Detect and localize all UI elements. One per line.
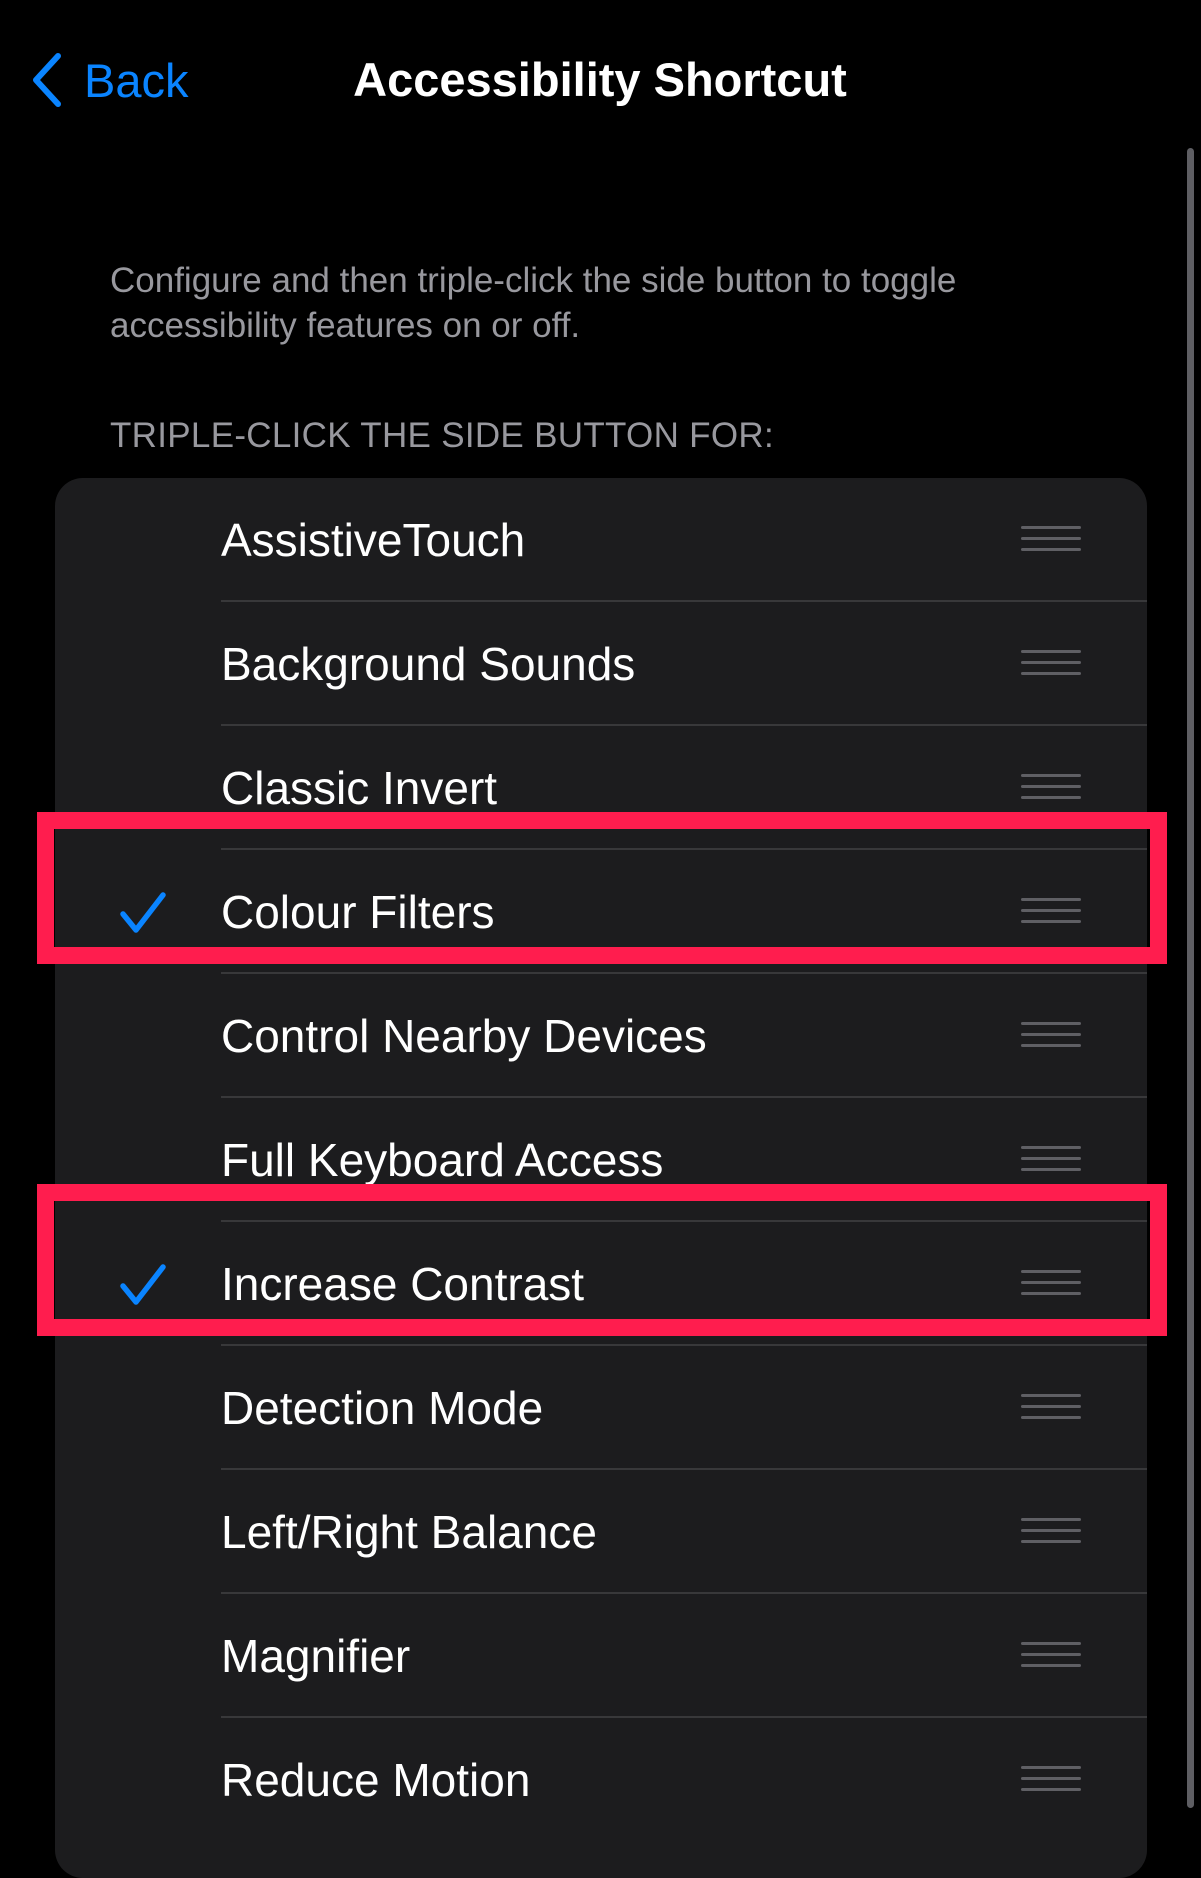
list-item[interactable]: AssistiveTouch — [55, 478, 1147, 602]
list-item-label: Full Keyboard Access — [221, 1134, 664, 1186]
list-item[interactable]: Magnifier — [55, 1594, 1147, 1718]
list-item-label: Control Nearby Devices — [221, 1010, 707, 1062]
list-item-label: Background Sounds — [221, 638, 636, 690]
section-description: Configure and then triple-click the side… — [110, 261, 957, 345]
reorder-grip-icon[interactable] — [1021, 774, 1081, 804]
list-item[interactable]: Left/Right Balance — [55, 1470, 1147, 1594]
list-item[interactable]: Full Keyboard Access — [55, 1098, 1147, 1222]
list-item-label: AssistiveTouch — [221, 514, 526, 566]
list-item[interactable]: Control Nearby Devices — [55, 974, 1147, 1098]
list-item[interactable]: Reduce Motion — [55, 1718, 1147, 1842]
reorder-grip-icon[interactable] — [1021, 1642, 1081, 1672]
reorder-grip-icon[interactable] — [1021, 1146, 1081, 1176]
back-button[interactable]: Back — [32, 48, 189, 112]
reorder-grip-icon[interactable] — [1021, 1766, 1081, 1796]
reorder-grip-icon[interactable] — [1021, 1270, 1081, 1300]
checkmark-icon — [120, 892, 166, 933]
back-label: Back — [84, 53, 189, 107]
reorder-grip-icon[interactable] — [1021, 898, 1081, 928]
list-item[interactable]: Detection Mode — [55, 1346, 1147, 1470]
list-item-label: Reduce Motion — [221, 1754, 531, 1806]
list-item-label: Magnifier — [221, 1630, 411, 1682]
list-item-label: Increase Contrast — [221, 1258, 585, 1310]
reorder-grip-icon[interactable] — [1021, 1394, 1081, 1424]
scrollbar[interactable] — [1187, 148, 1194, 1808]
reorder-grip-icon[interactable] — [1021, 526, 1081, 556]
list-item-label: Detection Mode — [221, 1382, 544, 1434]
page-title: Accessibility Shortcut — [353, 53, 847, 106]
list-item[interactable]: Classic Invert — [55, 726, 1147, 850]
reorder-grip-icon[interactable] — [1021, 1022, 1081, 1052]
reorder-grip-icon[interactable] — [1021, 650, 1081, 680]
list-item[interactable]: Increase Contrast — [55, 1222, 1147, 1346]
list-item-label: Colour Filters — [221, 886, 495, 938]
list-item-label: Classic Invert — [221, 762, 498, 814]
list-item[interactable]: Colour Filters — [55, 850, 1147, 974]
section-header: TRIPLE-CLICK THE SIDE BUTTON FOR: — [110, 416, 774, 455]
list-item-label: Left/Right Balance — [221, 1506, 597, 1558]
chevron-left-icon — [33, 53, 61, 107]
navigation-bar: Back Accessibility Shortcut — [0, 0, 1201, 160]
reorder-grip-icon[interactable] — [1021, 1518, 1081, 1548]
shortcut-list: AssistiveTouch Background Sounds Classic I… — [55, 478, 1147, 1878]
checkmark-icon — [120, 1264, 166, 1305]
list-item[interactable]: Background Sounds — [55, 602, 1147, 726]
